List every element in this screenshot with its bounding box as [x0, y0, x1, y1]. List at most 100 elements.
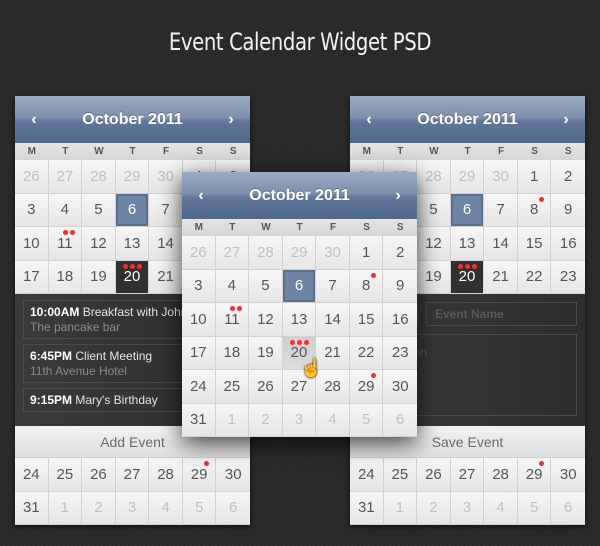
day-cell[interactable]: 7 [484, 193, 518, 227]
day-cell[interactable]: 13 [282, 303, 317, 337]
day-cell[interactable]: 3 [115, 491, 150, 525]
day-cell[interactable]: 22 [349, 336, 384, 370]
day-cell[interactable]: 3 [282, 403, 317, 437]
day-cell[interactable]: 4 [484, 491, 518, 525]
day-cell[interactable]: 10 [15, 227, 49, 261]
day-cell[interactable]: 7 [316, 269, 350, 303]
day-cell[interactable]: 1 [383, 491, 418, 525]
day-cell[interactable]: 4 [149, 491, 183, 525]
day-cell[interactable]: 28 [316, 370, 350, 404]
day-cell[interactable]: 1 [349, 236, 384, 270]
day-cell[interactable]: 27 [48, 160, 83, 194]
day-cell-selected[interactable]: 6 [450, 193, 485, 227]
next-month-button[interactable]: › [551, 96, 581, 143]
day-cell[interactable]: 5 [517, 491, 552, 525]
day-cell[interactable]: 12 [249, 303, 283, 337]
day-cell[interactable]: 24 [182, 370, 216, 404]
day-cell[interactable]: 10 [182, 303, 216, 337]
day-cell[interactable]: 28 [149, 458, 183, 492]
day-cell[interactable]: 31 [350, 491, 384, 525]
day-cell[interactable]: 13 [450, 227, 485, 261]
day-cell[interactable]: 30 [149, 160, 183, 194]
day-cell[interactable]: 6 [216, 491, 250, 525]
day-cell[interactable]: 31 [182, 403, 216, 437]
day-cell[interactable]: 30 [216, 458, 250, 492]
prev-month-button[interactable]: ‹ [354, 96, 384, 143]
day-cell[interactable]: 17 [182, 336, 216, 370]
day-cell[interactable]: 21 [316, 336, 350, 370]
day-cell[interactable]: 30 [316, 236, 350, 270]
day-cell[interactable]: 5 [417, 193, 451, 227]
day-cell[interactable]: 31 [15, 491, 49, 525]
day-cell[interactable]: 2 [82, 491, 116, 525]
day-cell[interactable]: 2 [249, 403, 283, 437]
prev-month-button[interactable]: ‹ [186, 172, 216, 219]
day-cell[interactable]: 26 [15, 160, 49, 194]
day-cell[interactable]: 3 [182, 269, 216, 303]
day-cell[interactable]: 1 [48, 491, 83, 525]
next-month-button[interactable]: › [383, 172, 413, 219]
day-cell[interactable]: 15 [349, 303, 384, 337]
day-cell[interactable]: 14 [149, 227, 183, 261]
next-month-button[interactable]: › [216, 96, 246, 143]
day-cell[interactable]: 26 [182, 236, 216, 270]
day-cell[interactable]: 4 [316, 403, 350, 437]
day-cell[interactable]: 27 [115, 458, 150, 492]
day-cell[interactable]: 25 [48, 458, 83, 492]
day-cell[interactable]: 30 [551, 458, 585, 492]
day-cell[interactable]: 3 [15, 193, 49, 227]
event-name-field[interactable]: Event Name [426, 302, 577, 326]
day-cell[interactable]: 5 [182, 491, 217, 525]
day-cell[interactable]: 21 [149, 260, 183, 294]
day-cell[interactable]: 6 [551, 491, 585, 525]
day-cell[interactable]: 19 [417, 260, 451, 294]
prev-month-button[interactable]: ‹ [19, 96, 49, 143]
day-cell[interactable]: 29 [282, 236, 317, 270]
day-cell[interactable]: 23 [383, 336, 417, 370]
day-cell[interactable]: 2 [551, 160, 585, 194]
day-cell[interactable]: 25 [383, 458, 418, 492]
day-cell[interactable]: 30 [383, 370, 417, 404]
day-cell[interactable]: 17 [15, 260, 49, 294]
day-cell[interactable]: 26 [417, 458, 451, 492]
day-cell-today[interactable]: 20 [450, 260, 485, 294]
day-cell[interactable]: 5 [349, 403, 384, 437]
day-cell[interactable]: 27 [450, 458, 485, 492]
day-cell[interactable]: 7 [149, 193, 183, 227]
day-cell[interactable]: 9 [551, 193, 585, 227]
day-cell[interactable]: 24 [15, 458, 49, 492]
day-cell-today[interactable]: 20 [115, 260, 150, 294]
day-cell-selected[interactable]: 6 [115, 193, 150, 227]
day-cell[interactable]: 12 [417, 227, 451, 261]
day-cell[interactable]: 4 [48, 193, 83, 227]
day-cell[interactable]: 9 [383, 269, 417, 303]
day-cell[interactable]: 28 [417, 160, 451, 194]
day-cell-selected[interactable]: 6 [282, 269, 317, 303]
day-cell[interactable]: 16 [383, 303, 417, 337]
day-cell[interactable]: 30 [484, 160, 518, 194]
day-cell[interactable]: 14 [484, 227, 518, 261]
day-cell[interactable]: 2 [417, 491, 451, 525]
day-cell[interactable]: 22 [517, 260, 552, 294]
day-cell[interactable]: 11 [215, 303, 250, 337]
day-cell[interactable]: 11 [48, 227, 83, 261]
day-cell[interactable]: 23 [551, 260, 585, 294]
day-cell[interactable]: 26 [82, 458, 116, 492]
day-cell[interactable]: 28 [249, 236, 283, 270]
day-cell[interactable]: 20 [282, 336, 317, 370]
day-cell[interactable]: 1 [215, 403, 250, 437]
day-cell[interactable]: 5 [82, 193, 116, 227]
day-cell[interactable]: 27 [215, 236, 250, 270]
day-cell[interactable]: 29 [182, 458, 217, 492]
day-cell[interactable]: 4 [215, 269, 250, 303]
day-cell[interactable]: 27 [282, 370, 317, 404]
day-cell[interactable]: 8 [349, 269, 384, 303]
day-cell[interactable]: 14 [316, 303, 350, 337]
day-cell[interactable]: 29 [517, 458, 552, 492]
day-cell[interactable]: 2 [383, 236, 417, 270]
day-cell[interactable]: 18 [215, 336, 250, 370]
day-cell[interactable]: 6 [383, 403, 417, 437]
day-cell[interactable]: 29 [450, 160, 485, 194]
day-cell[interactable]: 19 [249, 336, 283, 370]
day-cell[interactable]: 26 [249, 370, 283, 404]
